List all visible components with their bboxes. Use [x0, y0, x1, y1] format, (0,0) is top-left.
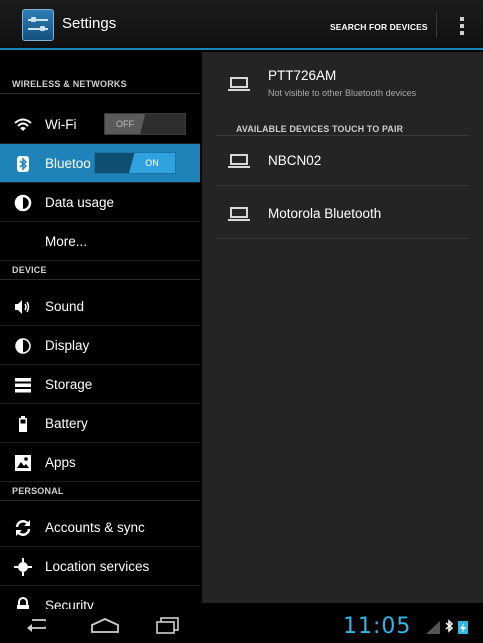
laptop-icon — [228, 154, 250, 168]
clock: 11:05 — [343, 614, 412, 639]
sidebar-item-label: Bluetoo — [45, 156, 91, 171]
slider-knob — [31, 17, 36, 22]
sidebar-item-label: Display — [45, 338, 90, 353]
paired-device-row[interactable]: PTT726AM Not visible to other Bluetooth … — [216, 60, 468, 106]
slider-line — [28, 28, 48, 30]
section-label: AVAILABLE DEVICES TOUCH TO PAIR — [236, 124, 404, 134]
sidebar-item-location[interactable]: Location services — [0, 547, 200, 586]
sidebar-item-display[interactable]: Display — [0, 326, 200, 365]
sidebar-item-label: Security — [45, 598, 94, 609]
sidebar-item-label: Wi-Fi — [45, 117, 77, 132]
device-status: Not visible to other Bluetooth devices — [268, 88, 417, 98]
sidebar-item-label: Sound — [45, 299, 85, 314]
sidebar-item-apps[interactable]: Apps — [0, 443, 200, 482]
slider-knob — [40, 26, 45, 31]
system-nav-bar: 11:05 — [0, 609, 483, 643]
section-header-wireless: WIRELESS & NETWORKS — [0, 72, 200, 94]
display-icon — [15, 338, 31, 354]
sidebar-item-label: More... — [45, 234, 88, 249]
sync-icon — [15, 520, 31, 536]
sidebar-item-battery[interactable]: Battery — [0, 404, 200, 443]
section-header-personal: PERSONAL — [0, 479, 200, 501]
storage-icon — [15, 378, 31, 393]
divider — [436, 12, 437, 38]
section-header-device: DEVICE — [0, 258, 200, 280]
location-icon — [14, 558, 32, 576]
sidebar-item-label: Accounts & sync — [45, 520, 145, 535]
bluetooth-icon — [17, 156, 29, 172]
sidebar-item-data-usage[interactable]: Data usage — [0, 183, 200, 222]
page-title: Settings — [62, 15, 117, 32]
device-row[interactable]: NBCN02 — [216, 138, 468, 186]
action-bar: Settings SEARCH FOR DEVICES — [0, 0, 483, 50]
wifi-icon — [14, 118, 32, 131]
sidebar-item-security[interactable]: Security — [0, 586, 200, 609]
wifi-toggle[interactable]: OFF — [104, 113, 186, 135]
toggle-state: ON — [129, 153, 175, 173]
device-name: PTT726AM — [268, 68, 337, 83]
sidebar-item-label: Apps — [45, 455, 76, 470]
recent-apps-icon[interactable] — [156, 617, 180, 634]
section-label: DEVICE — [12, 265, 47, 275]
back-icon[interactable] — [26, 617, 46, 633]
available-devices-header: AVAILABLE DEVICES TOUCH TO PAIR — [216, 124, 468, 136]
settings-icon[interactable] — [22, 9, 54, 41]
bluetooth-panel: PTT726AM Not visible to other Bluetooth … — [202, 52, 483, 603]
sidebar-item-bluetooth[interactable]: Bluetoo ON — [0, 144, 200, 183]
sidebar-item-label: Data usage — [45, 195, 115, 210]
home-icon[interactable] — [90, 618, 120, 633]
settings-list: WIRELESS & NETWORKS Wi-Fi OFF Bluetoo ON… — [0, 52, 200, 609]
sidebar-item-label: Storage — [45, 377, 93, 392]
toggle-state: OFF — [105, 114, 145, 134]
laptop-icon — [228, 207, 250, 221]
section-label: WIRELESS & NETWORKS — [12, 79, 127, 89]
device-row[interactable]: Motorola Bluetooth — [216, 187, 468, 239]
laptop-icon — [228, 77, 250, 91]
sidebar-item-more[interactable]: More... — [0, 222, 200, 261]
search-for-devices-button[interactable]: SEARCH FOR DEVICES — [330, 22, 428, 32]
sidebar-item-sound[interactable]: Sound — [0, 287, 200, 326]
sound-icon — [15, 300, 30, 314]
sidebar-item-storage[interactable]: Storage — [0, 365, 200, 404]
status-icons — [426, 619, 468, 634]
overflow-menu-icon[interactable] — [460, 17, 465, 37]
section-label: PERSONAL — [12, 486, 64, 496]
lock-icon — [17, 597, 29, 609]
sidebar-item-accounts-sync[interactable]: Accounts & sync — [0, 508, 200, 547]
signal-icon — [426, 621, 440, 634]
battery-icon — [19, 416, 27, 432]
device-name: Motorola Bluetooth — [268, 206, 382, 221]
data-usage-icon — [14, 194, 32, 212]
device-name: NBCN02 — [268, 153, 322, 168]
sidebar-item-label: Battery — [45, 416, 88, 431]
bluetooth-status-icon — [445, 619, 454, 633]
bluetooth-toggle[interactable]: ON — [94, 152, 176, 174]
apps-icon — [15, 455, 31, 471]
sidebar-item-wifi[interactable]: Wi-Fi OFF — [0, 105, 200, 144]
sidebar-item-label: Location services — [45, 559, 150, 574]
